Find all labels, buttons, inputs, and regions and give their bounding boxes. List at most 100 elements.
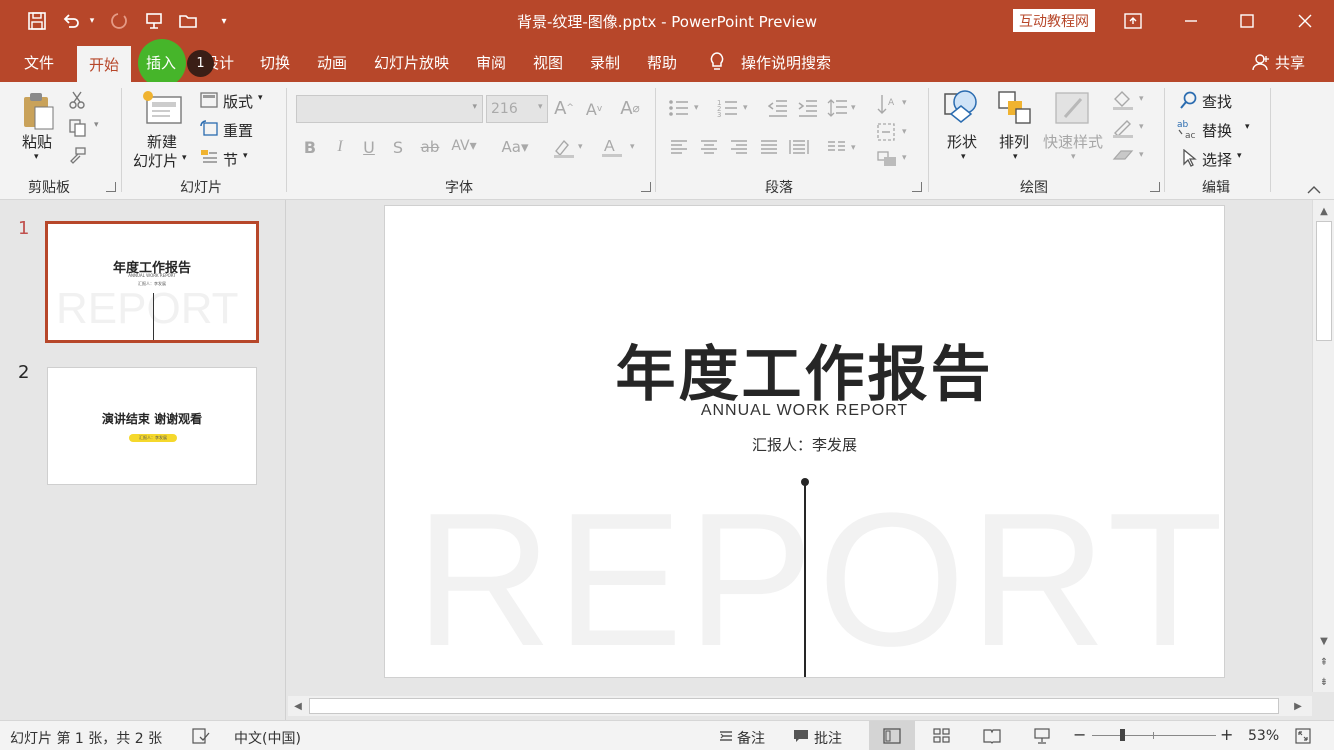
scroll-thumb[interactable] <box>1316 221 1332 341</box>
tab-file[interactable]: 文件 <box>24 42 54 82</box>
vertical-scrollbar[interactable]: ▲ ▼ ⇞ ⇟ <box>1312 200 1334 692</box>
new-slide-dropdown-icon[interactable]: ▾ <box>182 153 187 163</box>
shape-outline-icon[interactable]: ▾ <box>1110 116 1148 140</box>
tab-help[interactable]: 帮助 <box>647 42 677 82</box>
char-spacing-icon[interactable]: AV▾ <box>449 134 479 158</box>
replace-dropdown-icon[interactable]: ▾ <box>1245 122 1250 132</box>
normal-view-icon[interactable] <box>869 721 915 750</box>
grow-font-icon[interactable]: A ^ <box>553 96 575 120</box>
layout-button[interactable]: 版式 <box>223 91 253 112</box>
scroll-down-icon[interactable]: ▼ <box>1316 634 1332 648</box>
layout-icon[interactable] <box>199 91 219 109</box>
format-painter-icon[interactable] <box>66 146 88 166</box>
text-direction-icon[interactable]: A ▾ <box>875 92 911 118</box>
line-spacing-icon[interactable]: ▾ <box>826 96 860 120</box>
smartart-icon[interactable]: ▾ <box>875 146 911 170</box>
section-dropdown-icon[interactable]: ▾ <box>243 151 248 161</box>
paste-dropdown-icon[interactable]: ▾ <box>34 152 39 162</box>
tab-animations[interactable]: 动画 <box>317 42 347 82</box>
distributed-icon[interactable] <box>788 136 810 158</box>
font-launcher-icon[interactable] <box>641 182 651 192</box>
notes-button[interactable]: 备注 <box>737 728 765 748</box>
search-icon[interactable] <box>1178 90 1200 110</box>
replace-icon[interactable]: ab ac <box>1176 118 1200 140</box>
minimize-icon[interactable] <box>1162 0 1220 42</box>
select-cursor-icon[interactable] <box>1178 148 1200 168</box>
section-button[interactable]: 节 <box>223 149 238 170</box>
tab-insert[interactable]: 插入 <box>146 42 176 82</box>
align-text-icon[interactable]: ▾ <box>875 120 911 144</box>
next-slide-icon[interactable]: ⇟ <box>1316 675 1332 689</box>
zoom-slider-track[interactable] <box>1092 729 1216 741</box>
numbering-icon[interactable]: 1 2 3 ▾ <box>716 96 752 120</box>
increase-indent-icon[interactable] <box>796 96 820 120</box>
font-family-select[interactable]: ▾ <box>296 95 483 123</box>
justify-icon[interactable] <box>758 136 780 158</box>
clipboard-launcher-icon[interactable] <box>106 182 116 192</box>
horizontal-scrollbar[interactable]: ◀ ▶ <box>288 696 1312 716</box>
language-indicator[interactable]: 中文(中国) <box>234 728 301 748</box>
paste-label[interactable]: 粘贴 <box>22 131 52 152</box>
new-slide-label-2[interactable]: 幻灯片 <box>133 150 178 171</box>
decrease-indent-icon[interactable] <box>766 96 790 120</box>
maximize-icon[interactable] <box>1218 0 1276 42</box>
highlight-color-icon[interactable]: ▾ <box>551 134 587 160</box>
scroll-left-icon[interactable]: ◀ <box>291 699 305 713</box>
shapes-icon[interactable] <box>940 88 984 128</box>
comment-icon[interactable] <box>792 728 810 744</box>
paste-icon[interactable] <box>20 90 56 132</box>
new-slide-label-1[interactable]: 新建 <box>147 131 177 152</box>
columns-icon[interactable]: ▾ <box>826 136 862 158</box>
arrange-button[interactable]: 排列 <box>999 131 1029 152</box>
reading-view-icon[interactable] <box>982 727 1002 745</box>
slide-thumbnail-1[interactable]: REPORT 年度工作报告 ANNUAL WORK REPORT 汇报人：李发展 <box>45 221 259 343</box>
shape-effects-icon[interactable]: ▾ <box>1110 144 1148 168</box>
drawing-launcher-icon[interactable] <box>1150 182 1160 192</box>
shrink-font-icon[interactable]: Av <box>583 97 605 121</box>
layout-dropdown-icon[interactable]: ▾ <box>258 93 263 103</box>
reset-icon[interactable] <box>199 119 219 137</box>
tab-transitions[interactable]: 切换 <box>260 42 290 82</box>
cut-icon[interactable] <box>67 90 87 110</box>
comments-button[interactable]: 批注 <box>814 728 842 748</box>
tab-view[interactable]: 视图 <box>533 42 563 82</box>
hscroll-thumb[interactable] <box>309 698 1279 714</box>
scroll-right-icon[interactable]: ▶ <box>1291 699 1305 713</box>
tab-home[interactable]: 开始 <box>77 46 131 82</box>
slide-title[interactable]: 年度工作报告 <box>385 326 1224 413</box>
person-icon[interactable] <box>1252 42 1270 82</box>
bold-icon[interactable]: B <box>300 136 320 158</box>
tab-record[interactable]: 录制 <box>590 42 620 82</box>
tell-me-search[interactable]: 操作说明搜索 <box>741 42 831 82</box>
slide-canvas[interactable]: REPORT 年度工作报告 ANNUAL WORK REPORT 汇报人：李发展 <box>384 205 1225 678</box>
share-button[interactable]: 共享 <box>1275 42 1305 82</box>
slide-sorter-icon[interactable] <box>932 727 952 745</box>
font-size-dropdown-icon[interactable]: ▾ <box>538 102 543 112</box>
notes-icon[interactable] <box>718 728 734 744</box>
align-center-icon[interactable] <box>698 136 720 158</box>
slideshow-view-icon[interactable] <box>1032 727 1052 745</box>
strikethrough-icon[interactable]: ab <box>418 136 442 158</box>
scroll-up-icon[interactable]: ▲ <box>1316 204 1332 218</box>
align-right-icon[interactable] <box>728 136 750 158</box>
slide-subtitle[interactable]: ANNUAL WORK REPORT <box>385 402 1224 420</box>
reset-button[interactable]: 重置 <box>223 120 253 141</box>
spellcheck-icon[interactable] <box>191 727 211 745</box>
align-left-icon[interactable] <box>668 136 690 158</box>
clear-format-icon[interactable]: A ⌀ <box>618 96 642 120</box>
arrange-icon[interactable] <box>995 88 1035 128</box>
copy-dropdown-icon[interactable]: ▾ <box>94 120 99 130</box>
change-case-icon[interactable]: Aa▾ <box>496 136 534 158</box>
find-button[interactable]: 查找 <box>1202 91 1232 112</box>
slide-reporter[interactable]: 汇报人：李发展 <box>385 434 1224 455</box>
shapes-button[interactable]: 形状 <box>947 131 977 152</box>
paragraph-launcher-icon[interactable] <box>912 182 922 192</box>
fit-to-window-icon[interactable] <box>1293 727 1313 745</box>
shadow-icon[interactable]: S <box>388 136 408 158</box>
zoom-out-icon[interactable]: − <box>1073 725 1086 744</box>
zoom-in-icon[interactable]: + <box>1220 725 1233 744</box>
underline-icon[interactable]: U <box>359 136 379 158</box>
select-dropdown-icon[interactable]: ▾ <box>1237 151 1242 161</box>
shape-fill-icon[interactable]: ▾ <box>1110 88 1148 112</box>
font-color-icon[interactable]: A ▾ <box>599 134 639 160</box>
